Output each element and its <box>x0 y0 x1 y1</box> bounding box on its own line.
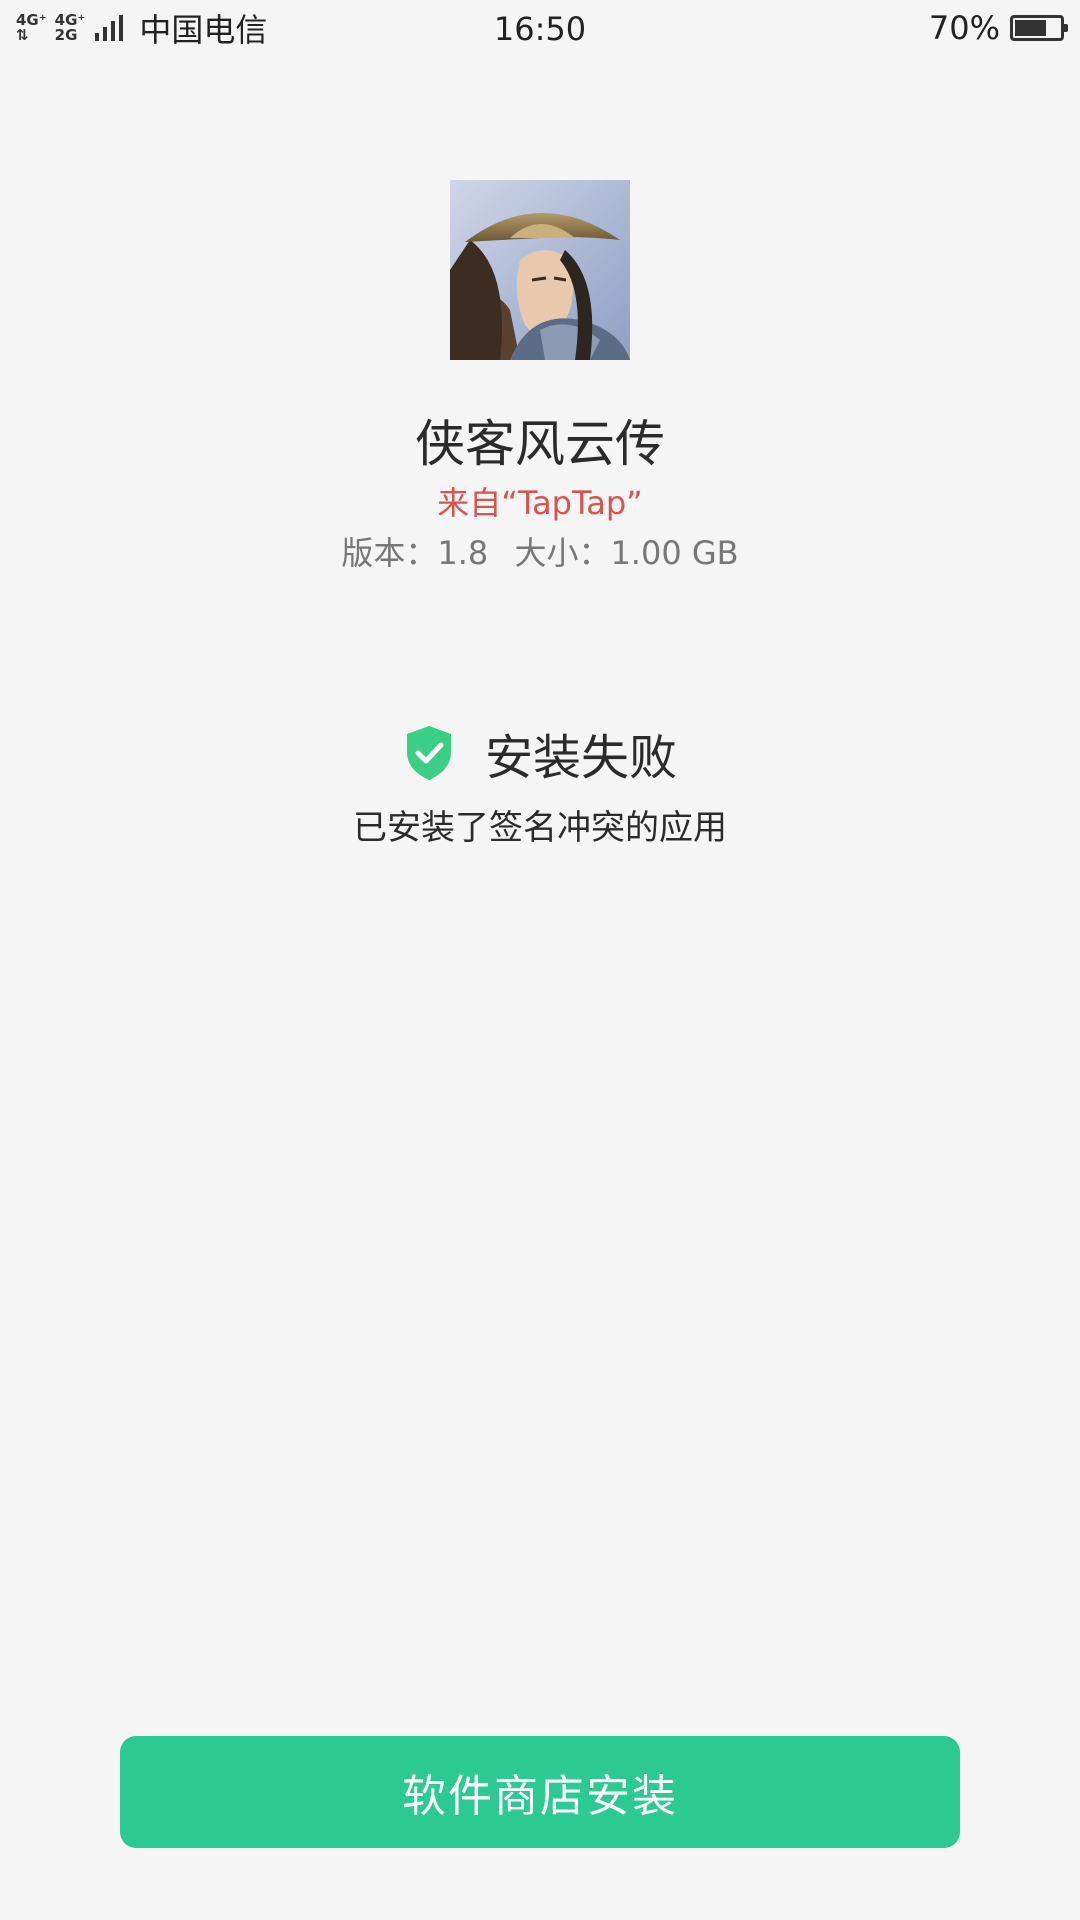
signal-icon <box>95 15 124 41</box>
battery-level <box>1015 20 1046 36</box>
data-activity-icon: ⇅ <box>16 26 29 44</box>
network-label: 2G <box>54 26 78 44</box>
network-type-1: 4G⁺ ⇅ <box>16 13 47 43</box>
carrier-name: 中国电信 <box>139 11 268 49</box>
install-result: 安装失败 <box>0 718 1080 788</box>
game-character-icon <box>450 180 630 360</box>
app-icon <box>450 180 630 360</box>
app-size: 大小：1.00 GB <box>514 534 739 572</box>
network-type-2: 4G⁺ 2G <box>55 13 86 43</box>
installer-screen: 4G⁺ ⇅ 4G⁺ 2G 中国电信 16:50 70% 侠客风云传 来自“Tap… <box>0 0 1080 1920</box>
status-bar: 4G⁺ ⇅ 4G⁺ 2G 中国电信 16:50 70% <box>0 0 1080 56</box>
install-error-message: 已安装了签名冲突的应用 <box>353 808 727 848</box>
status-left: 4G⁺ ⇅ 4G⁺ 2G 中国电信 <box>16 5 267 51</box>
store-install-button[interactable]: 软件商店安装 <box>120 1736 960 1848</box>
shield-check-icon <box>406 726 451 780</box>
status-right: 70% <box>928 9 1068 47</box>
app-name: 侠客风云传 <box>415 415 665 473</box>
app-version: 版本：1.8 <box>341 534 489 572</box>
app-source: 来自“TapTap” <box>437 484 643 522</box>
battery-icon <box>1010 15 1068 41</box>
battery-percent: 70% <box>928 9 1000 47</box>
app-meta: 版本：1.8 大小：1.00 GB <box>0 528 1080 574</box>
install-status: 安装失败 <box>484 730 677 786</box>
